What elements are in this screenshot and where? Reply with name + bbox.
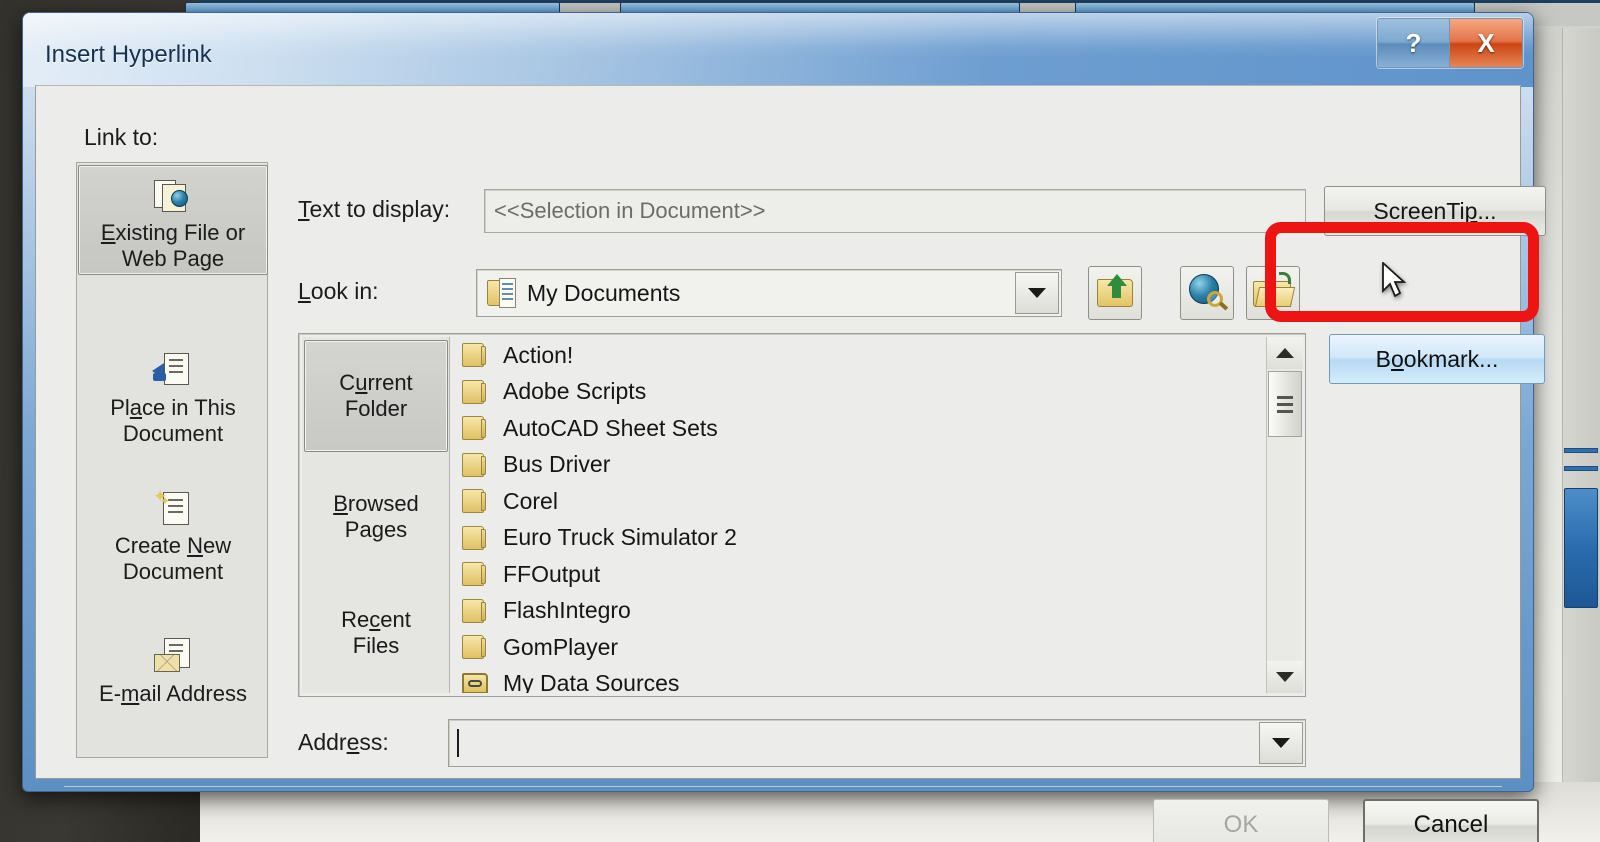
sidebar-item-label: E-mail Address <box>99 681 247 706</box>
text-caret <box>457 729 459 757</box>
triangle-down-icon <box>1276 672 1294 682</box>
sidebar-item-email-address[interactable]: E-mail Address <box>78 631 268 741</box>
file-list-item[interactable]: FlashIntegro <box>454 593 1265 630</box>
file-list[interactable]: Action! Adobe Scripts AutoCAD Sheet Sets Bu… <box>454 337 1265 693</box>
folder-icon <box>460 634 490 660</box>
file-list-item-label: GomPlayer <box>503 633 619 660</box>
sidebar-item-label: Create New Document <box>114 533 232 584</box>
ok-button[interactable]: OK <box>1153 799 1329 842</box>
file-list-item-label: Euro Truck Simulator 2 <box>503 524 737 551</box>
open-folder-icon <box>1247 267 1299 319</box>
email-document-icon <box>152 637 194 675</box>
file-list-item[interactable]: My Data Sources <box>454 666 1265 693</box>
file-list-item-label: FlashIntegro <box>503 597 631 624</box>
file-list-item-label: FFOutput <box>503 560 601 587</box>
close-button[interactable]: X <box>1450 19 1522 67</box>
document-arrow-icon <box>152 351 194 389</box>
file-list-scrollbar[interactable] <box>1266 337 1303 693</box>
screentip-button[interactable]: ScreenTi p... <box>1324 186 1546 236</box>
tab-label: Recent Files <box>341 606 411 658</box>
file-list-item[interactable]: Adobe Scripts <box>454 374 1265 411</box>
window-buttons: ? X <box>1377 18 1523 68</box>
folder-icon <box>460 415 490 441</box>
sidebar-item-create-new-document[interactable]: ✦ ✦ Create New Document <box>78 483 268 593</box>
look-in-dropdown-button[interactable] <box>1015 272 1059 314</box>
file-list-item[interactable]: Corel <box>454 483 1265 520</box>
look-in-combobox[interactable]: My Documents <box>476 269 1062 317</box>
insert-hyperlink-dialog: Insert Hyperlink ? X Link to: Existing F… <box>22 12 1546 842</box>
chevron-down-icon <box>1272 738 1290 748</box>
sidebar-item-existing-file-or-web-page[interactable]: Existing File or Web Page <box>78 165 268 275</box>
address-dropdown-button[interactable] <box>1259 722 1303 764</box>
browse-mode-tabs: Current Folder Browsed Pages Recent Files <box>302 337 450 693</box>
scroll-up-button[interactable] <box>1267 337 1303 369</box>
dialog-title: Insert Hyperlink <box>45 41 212 68</box>
file-list-item-label: Action! <box>503 341 574 368</box>
bookmark-button[interactable]: Bo okmark... <box>1329 334 1545 384</box>
tab-browsed-pages[interactable]: Browsed Pages <box>304 477 448 557</box>
scroll-thumb-grip <box>1277 409 1293 413</box>
address-label: Address: <box>298 729 389 755</box>
file-list-item[interactable]: Bus Driver <box>454 447 1265 484</box>
link-to-sidebar: Existing File or Web Page Place in This Do… <box>76 162 268 758</box>
background-rail-line-2 <box>1564 466 1598 471</box>
text-to-display-label: Text to display: <box>298 196 451 222</box>
scroll-down-button[interactable] <box>1267 661 1303 693</box>
file-browser-panel: Current Folder Browsed Pages Recent Files A… <box>298 333 1306 697</box>
tab-label: Current Folder <box>339 369 413 421</box>
address-input[interactable] <box>448 719 1306 767</box>
tab-label: Browsed Pages <box>333 490 419 542</box>
scrollbar-thumb[interactable] <box>1268 371 1302 437</box>
cancel-button[interactable]: Cancel <box>1363 799 1539 842</box>
dialog-client-area: Link to: Existing File or Web Page Place… <box>35 85 1546 842</box>
sidebar-item-place-in-this-document[interactable]: Place in This Document <box>78 345 268 455</box>
file-list-item-label: My Data Sources <box>503 670 680 693</box>
scroll-thumb-grip <box>1277 395 1293 399</box>
file-list-item-label: AutoCAD Sheet Sets <box>503 414 718 441</box>
sidebar-item-label: Existing File or Web Page <box>100 220 246 271</box>
background-rail-line-1 <box>1564 448 1598 453</box>
dialog-titlebar[interactable]: Insert Hyperlink ? X <box>23 13 1533 87</box>
folder-icon <box>460 452 490 478</box>
folder-icon <box>460 488 490 514</box>
new-document-icon: ✦ ✦ <box>152 488 194 527</box>
data-sources-folder-icon <box>460 671 490 693</box>
file-list-item[interactable]: Action! <box>454 337 1265 374</box>
browse-the-web-button[interactable] <box>1180 266 1234 320</box>
file-list-item-label: Bus Driver <box>503 451 611 478</box>
file-list-item[interactable]: Euro Truck Simulator 2 <box>454 520 1265 557</box>
look-in-label: Look in: <box>298 278 379 304</box>
file-list-item[interactable]: GomPlayer <box>454 629 1265 666</box>
text-to-display-input[interactable]: <<Selection in Document>> <box>484 189 1306 233</box>
file-list-item-label: Adobe Scripts <box>503 378 647 405</box>
help-button[interactable]: ? <box>1378 19 1450 67</box>
file-list-item-label: Corel <box>503 487 558 514</box>
link-to-label: Link to: <box>84 124 159 150</box>
folder-icon <box>460 525 490 551</box>
up-one-folder-button[interactable] <box>1088 266 1142 320</box>
tab-current-folder[interactable]: Current Folder <box>304 340 448 452</box>
look-in-value: My Documents <box>527 279 681 306</box>
folder-documents-icon <box>487 277 517 309</box>
document-globe-icon <box>152 176 194 214</box>
scroll-thumb-grip <box>1277 402 1293 406</box>
folder-icon <box>460 598 490 624</box>
background-right-rail <box>1562 28 1600 818</box>
globe-search-icon <box>1181 267 1233 319</box>
file-list-item[interactable]: AutoCAD Sheet Sets <box>454 410 1265 447</box>
triangle-up-icon <box>1276 348 1294 358</box>
folder-up-arrow-icon <box>1089 267 1141 319</box>
background-rail-thumb <box>1564 488 1598 608</box>
file-list-item[interactable]: FFOutput <box>454 556 1265 593</box>
sidebar-item-label: Place in This Document <box>110 395 236 446</box>
tab-recent-files[interactable]: Recent Files <box>304 593 448 673</box>
footer-divider <box>64 786 1502 787</box>
background-top-rule <box>200 0 1600 3</box>
chevron-down-icon <box>1028 288 1046 298</box>
browse-for-file-button[interactable] <box>1246 266 1300 320</box>
folder-icon <box>460 561 490 587</box>
folder-icon <box>460 342 490 368</box>
folder-icon <box>460 379 490 405</box>
